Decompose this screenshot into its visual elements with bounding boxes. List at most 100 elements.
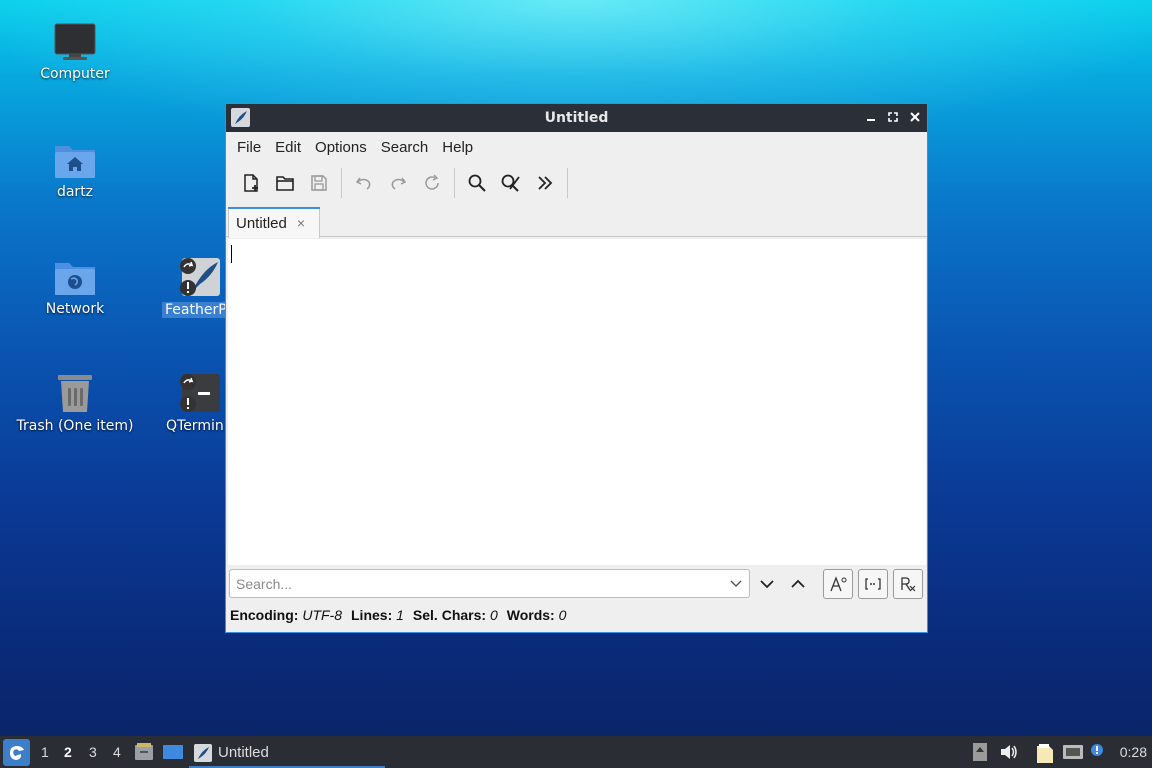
window-title: Untitled [544, 110, 609, 126]
desktop-icon-label: Network [45, 301, 105, 317]
whole-word-button[interactable] [858, 569, 888, 599]
text-editor-area[interactable] [228, 239, 926, 565]
file-manager-icon[interactable] [134, 742, 154, 762]
tab-untitled[interactable]: Untitled × [228, 207, 320, 238]
reload-button[interactable] [415, 166, 449, 200]
lines-value: 1 [396, 607, 404, 623]
reload-icon [425, 174, 439, 190]
redo-icon [391, 177, 407, 190]
search-icon [468, 174, 486, 192]
goto-line-button[interactable] [528, 166, 562, 200]
home-folder-icon [55, 146, 95, 178]
close-icon[interactable] [907, 109, 923, 125]
find-button[interactable] [460, 166, 494, 200]
desktop-icon-featherpad[interactable]: FeatherP [142, 256, 230, 318]
workspace-3[interactable]: 3 [89, 744, 97, 760]
menu-edit[interactable]: Edit [268, 139, 308, 156]
menu-file[interactable]: File [230, 139, 268, 156]
lxqt-logo-icon [9, 745, 24, 760]
undo-button[interactable] [347, 166, 381, 200]
sel-chars-value: 0 [489, 607, 498, 623]
notification-icon[interactable] [1089, 742, 1107, 762]
find-previous-button[interactable] [786, 572, 810, 596]
chevron-down-icon[interactable] [729, 576, 743, 590]
find-next-button[interactable] [755, 572, 779, 596]
network-status-icon[interactable] [1062, 742, 1084, 762]
sel-chars-label: Sel. Chars: [412, 607, 487, 623]
featherpad-launcher-icon [180, 258, 220, 296]
toolbar-separator [567, 168, 568, 198]
menubar: File Edit Options Search Help [226, 132, 927, 162]
match-case-button[interactable] [823, 569, 853, 599]
tab-label: Untitled [236, 214, 287, 232]
featherpad-task-icon [194, 743, 212, 762]
featherpad-app-icon [231, 108, 250, 127]
open-button[interactable] [268, 166, 302, 200]
folder-open-icon [276, 176, 294, 191]
tray-arrow-icon[interactable] [972, 742, 988, 762]
task-label: Untitled [218, 744, 269, 761]
words-value: 0 [558, 607, 567, 623]
replace-button[interactable] [494, 166, 528, 200]
show-desktop-icon[interactable] [162, 742, 184, 762]
desktop-icon-network[interactable]: Network [15, 257, 135, 317]
search-input[interactable] [229, 569, 750, 598]
menu-help[interactable]: Help [435, 139, 480, 156]
featherpad-window[interactable]: Untitled File Edit Options Search Help U… [225, 103, 928, 633]
status-bar: Encoding: UTF-8 Lines: 1 Sel. Chars: 0 W… [230, 607, 566, 627]
chevron-down-icon [760, 580, 774, 589]
new-document-button[interactable] [234, 166, 268, 200]
status-words: Words: 0 [507, 607, 567, 627]
text-cursor [231, 245, 232, 263]
clipboard-icon[interactable] [1035, 742, 1055, 764]
save-icon [311, 175, 327, 191]
desktop-icon-computer[interactable]: Computer [15, 22, 135, 82]
save-button[interactable] [302, 166, 336, 200]
new-file-icon [244, 174, 258, 192]
encoding-value: UTF-8 [302, 607, 342, 623]
lines-label: Lines: [351, 607, 393, 623]
maximize-icon[interactable] [885, 109, 901, 125]
find-replace-icon [501, 174, 520, 192]
undo-icon [355, 177, 371, 190]
menu-search[interactable]: Search [374, 139, 436, 156]
workspace-2[interactable]: 2 [64, 744, 72, 760]
desktop-icon-dartz[interactable]: dartz [15, 140, 135, 200]
desktop-icon-label: Trash (One item) [16, 418, 134, 434]
volume-icon[interactable] [999, 742, 1019, 762]
desktop-icon-label: FeatherP [162, 302, 230, 318]
trash-icon [58, 375, 92, 412]
status-sel-chars: Sel. Chars: 0 [413, 607, 498, 627]
workspace-1[interactable]: 1 [41, 744, 49, 760]
menu-options[interactable]: Options [308, 139, 374, 156]
chevron-up-icon [791, 579, 805, 588]
toolbar-separator [454, 168, 455, 198]
whole-word-icon [865, 578, 881, 590]
tab-bar: Untitled × [226, 204, 927, 238]
status-lines: Lines: 1 [351, 607, 404, 627]
desktop-icon-label: QTermin [166, 418, 224, 434]
minimize-icon[interactable] [863, 109, 879, 125]
desktop-icon-label: dartz [56, 184, 94, 200]
clock[interactable]: 0:28 [1120, 744, 1147, 760]
desktop-icon-label: Computer [40, 66, 110, 82]
taskbar: 1 2 3 4 Untitled 0:28 [0, 736, 1152, 768]
desktop-icon-qterminal[interactable]: QTermin [142, 372, 230, 434]
redo-button[interactable] [381, 166, 415, 200]
terminal-launcher-icon [180, 374, 220, 412]
desktop-icon-trash[interactable]: Trash (One item) [15, 372, 135, 434]
search-bar [229, 567, 925, 599]
match-case-icon [830, 576, 847, 592]
status-encoding: Encoding: UTF-8 [230, 607, 342, 627]
window-titlebar[interactable]: Untitled [226, 104, 927, 132]
taskbar-task-untitled[interactable]: Untitled [189, 739, 385, 768]
double-chevron-right-icon [538, 176, 553, 190]
start-menu-button[interactable] [3, 739, 30, 766]
regex-icon [901, 577, 916, 592]
regex-button[interactable] [893, 569, 923, 599]
tab-close-icon[interactable]: × [297, 215, 305, 231]
network-folder-icon [55, 263, 95, 295]
toolbar [226, 162, 927, 204]
workspace-4[interactable]: 4 [113, 744, 121, 760]
words-label: Words: [506, 607, 555, 623]
